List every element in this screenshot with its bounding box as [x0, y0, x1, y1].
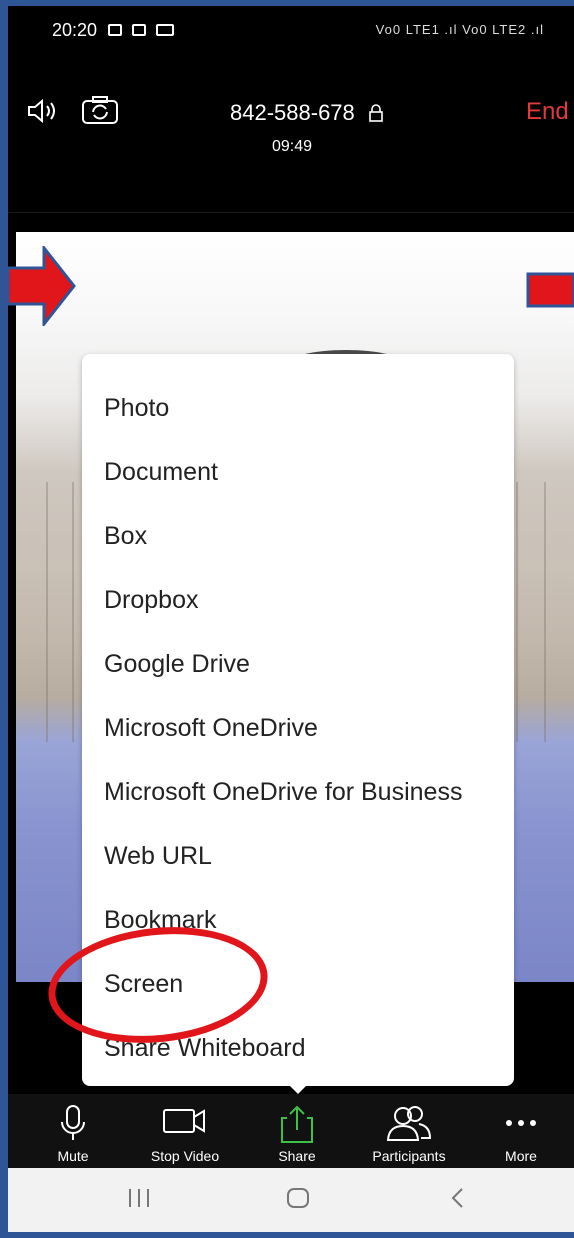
- speaker-icon[interactable]: [26, 98, 60, 129]
- back-icon[interactable]: [448, 1186, 468, 1215]
- meeting-toolbar: Mute Stop Video Share Participants More: [8, 1094, 574, 1168]
- arrow-right-icon: [8, 246, 76, 326]
- more-label: More: [505, 1148, 537, 1164]
- gallery-icon: [108, 24, 122, 36]
- status-time: 20:20: [52, 20, 98, 40]
- status-bar: 20:20 Vo0 LTE1 .ıl Vo0 LTE2 .ıl: [8, 6, 574, 60]
- menu-item-document[interactable]: Document: [104, 458, 218, 487]
- window-blind-line: [544, 482, 546, 742]
- participants-icon: [385, 1104, 433, 1149]
- end-button[interactable]: End: [526, 98, 569, 126]
- arrow-left-icon: [526, 272, 574, 308]
- share-label: Share: [278, 1148, 316, 1164]
- mute-button[interactable]: Mute: [18, 1094, 128, 1168]
- meeting-header: 842-588-678 09:49 End: [8, 60, 574, 213]
- share-upload-icon: [279, 1104, 315, 1149]
- window-blind-line: [72, 482, 74, 742]
- participants-label: Participants: [372, 1148, 446, 1164]
- window-blind-line: [46, 482, 48, 742]
- checkbox-icon: [132, 24, 146, 36]
- meeting-id: 842-588-678: [230, 100, 355, 125]
- home-icon[interactable]: [285, 1186, 311, 1215]
- menu-item-onedrive-business[interactable]: Microsoft OneDrive for Business: [104, 778, 462, 807]
- stop-video-button[interactable]: Stop Video: [130, 1094, 240, 1168]
- lock-icon: [368, 104, 384, 127]
- divider: [8, 212, 574, 213]
- menu-pointer: [288, 1084, 308, 1094]
- menu-item-dropbox[interactable]: Dropbox: [104, 586, 199, 615]
- menu-item-microsoft-onedrive[interactable]: Microsoft OneDrive: [104, 714, 318, 743]
- more-dots-icon: [504, 1114, 538, 1132]
- menu-item-web-url[interactable]: Web URL: [104, 842, 212, 871]
- menu-item-box[interactable]: Box: [104, 522, 147, 551]
- microphone-icon: [58, 1104, 88, 1149]
- window-blind-line: [516, 482, 518, 742]
- share-button[interactable]: Share: [242, 1094, 352, 1168]
- video-camera-icon: [162, 1104, 208, 1143]
- meeting-timer: 09:49: [272, 138, 313, 155]
- video-icon: [156, 24, 174, 36]
- camera-switch-icon[interactable]: [80, 94, 120, 131]
- phone-screen: 20:20 Vo0 LTE1 .ıl Vo0 LTE2 .ıl 842-588-…: [8, 6, 574, 1232]
- more-button[interactable]: More: [466, 1094, 574, 1168]
- menu-item-photo[interactable]: Photo: [104, 394, 169, 423]
- mute-label: Mute: [57, 1148, 89, 1164]
- menu-item-google-drive[interactable]: Google Drive: [104, 650, 250, 679]
- participants-button[interactable]: Participants: [354, 1094, 464, 1168]
- stop-video-label: Stop Video: [150, 1148, 220, 1164]
- android-nav-bar: [8, 1168, 574, 1232]
- signal-indicators: Vo0 LTE1 .ıl Vo0 LTE2 .ıl: [375, 22, 544, 37]
- recent-apps-icon[interactable]: [126, 1186, 152, 1215]
